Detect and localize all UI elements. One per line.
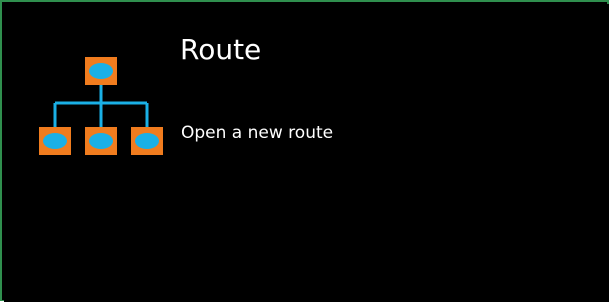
route-tile[interactable]: Route Open a new route	[4, 4, 609, 302]
root-node-icon	[85, 57, 117, 85]
connector-lines	[53, 79, 149, 127]
route-hierarchy-icon	[39, 57, 163, 155]
child-node-icon	[85, 127, 117, 155]
child-node-icon	[131, 127, 163, 155]
window-frame: Route Open a new route	[0, 0, 609, 302]
tile-subtitle: Open a new route	[181, 123, 334, 143]
child-node-icon	[39, 127, 71, 155]
tile-title: Route	[180, 33, 262, 66]
